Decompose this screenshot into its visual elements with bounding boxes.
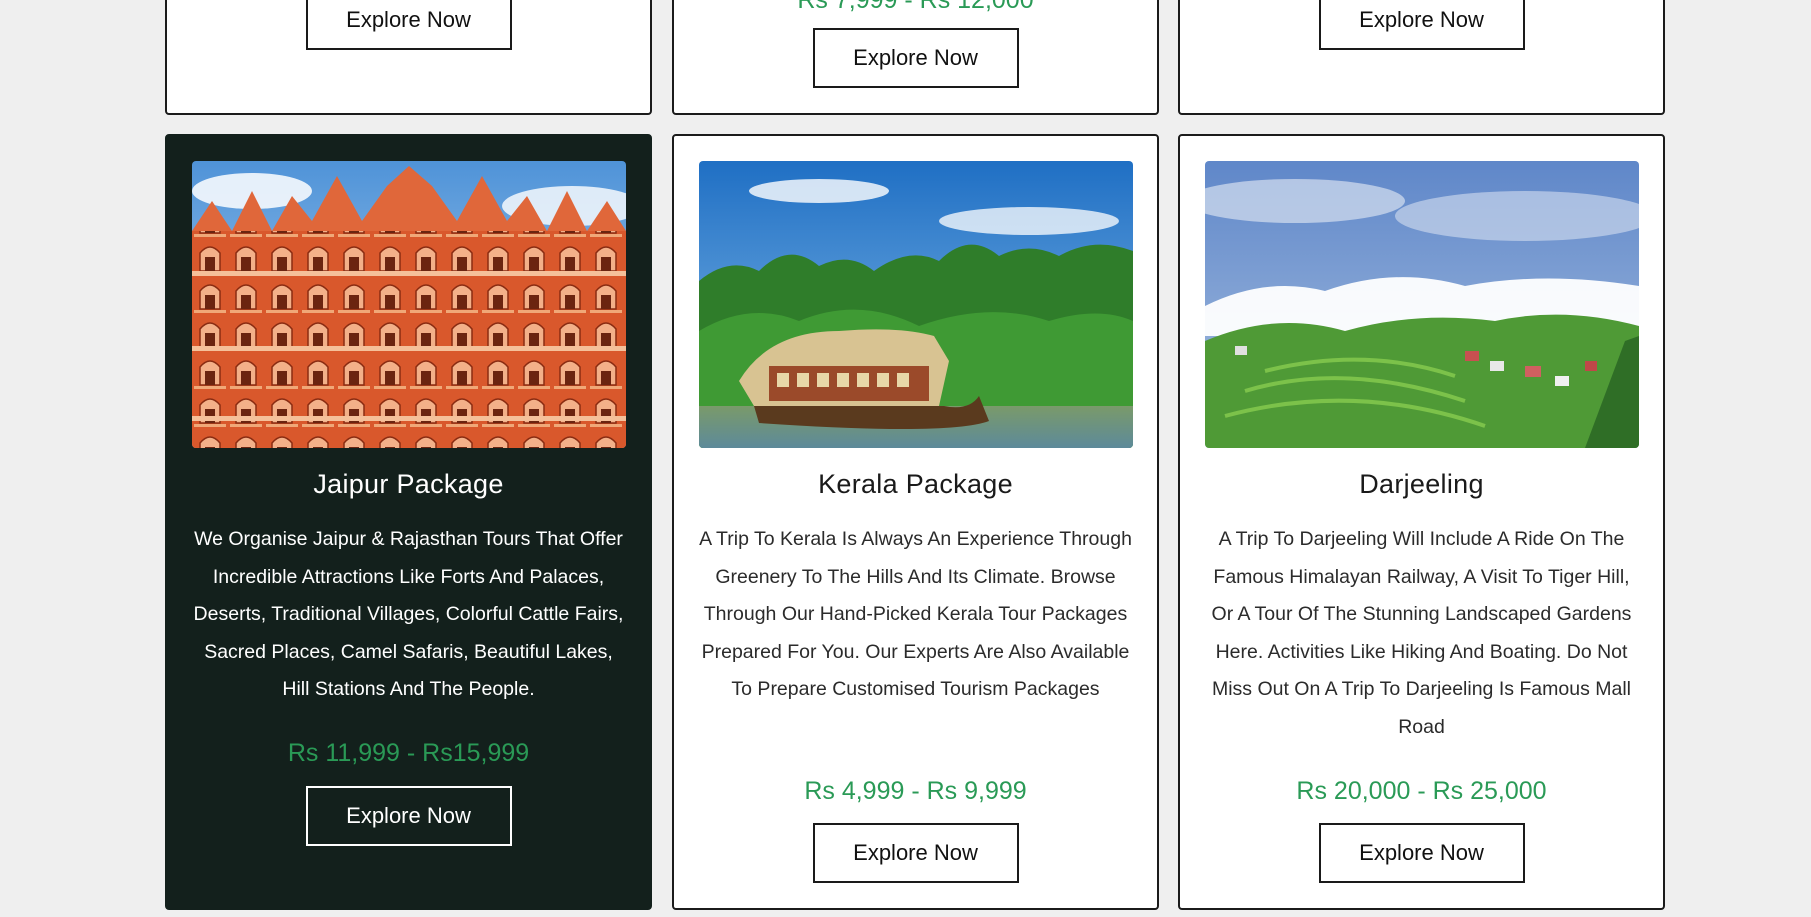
explore-now-button[interactable]: Explore Now [305,0,512,50]
package-card-jaipur: Jaipur Package We Organise Jaipur & Raja… [165,134,652,910]
package-card-top-left: Explore Now [165,0,652,115]
package-price: Rs 20,000 - Rs 25,000 [1296,777,1547,805]
kerala-houseboat-image [699,161,1133,448]
package-card-top-middle: Rs 7,999 - Rs 12,000 Explore Now [672,0,1159,115]
package-card-kerala: Kerala Package A Trip To Kerala Is Alway… [672,134,1159,910]
explore-now-button[interactable]: Explore Now [1318,0,1525,50]
package-price: Rs 11,999 - Rs15,999 [287,739,530,767]
explore-now-button[interactable]: Explore Now [1318,823,1525,883]
darjeeling-landscape-image [1205,161,1639,448]
package-description: A Trip To Kerala Is Always An Experience… [699,528,1132,700]
package-price: Rs 4,999 - Rs 9,999 [804,777,1027,805]
package-card-darjeeling: Darjeeling A Trip To Darjeeling Will Inc… [1178,134,1665,910]
package-description: A Trip To Darjeeling Will Include A Ride… [1211,528,1632,738]
explore-now-button[interactable]: Explore Now [812,28,1019,88]
package-card-top-right: Explore Now [1178,0,1665,115]
explore-now-button[interactable]: Explore Now [305,786,512,846]
package-title: Kerala Package [818,469,1013,499]
package-price: Rs 7,999 - Rs 12,000 [797,0,1034,14]
package-description: We Organise Jaipur & Rajasthan Tours Tha… [193,528,624,700]
explore-now-button[interactable]: Explore Now [812,823,1019,883]
jaipur-hawa-mahal-image [192,161,626,448]
package-title: Darjeeling [1359,469,1484,499]
package-title: Jaipur Package [313,469,504,499]
